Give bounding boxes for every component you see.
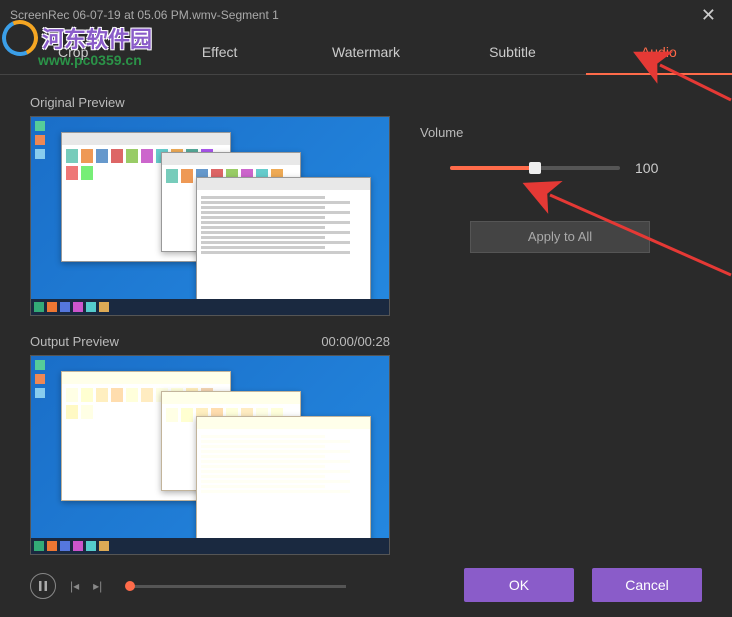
tab-subtitle[interactable]: Subtitle	[439, 30, 585, 74]
progress-slider[interactable]	[126, 585, 346, 588]
window-title: ScreenRec 06-07-19 at 05.06 PM.wmv-Segme…	[10, 8, 279, 22]
prev-frame-button[interactable]: |◂	[70, 579, 79, 593]
original-preview-title: Original Preview	[30, 95, 125, 110]
output-preview-time: 00:00/00:28	[321, 334, 390, 349]
output-preview-label: Output Preview 00:00/00:28	[30, 334, 390, 349]
volume-value: 100	[635, 160, 670, 176]
volume-slider[interactable]	[450, 166, 620, 170]
titlebar: ScreenRec 06-07-19 at 05.06 PM.wmv-Segme…	[0, 0, 732, 30]
action-buttons: OK Cancel	[464, 568, 702, 602]
apply-to-all-button[interactable]: Apply to All	[470, 221, 650, 253]
original-preview-label: Original Preview	[30, 95, 390, 110]
volume-slider-row: 100	[420, 160, 702, 176]
tab-bar: Crop Effect Watermark Subtitle Audio	[0, 30, 732, 75]
pause-button[interactable]	[30, 573, 56, 599]
main-content: Original Preview Output Preview 00:00/00…	[0, 75, 732, 573]
tab-audio[interactable]: Audio	[586, 30, 732, 74]
audio-panel: Volume 100 Apply to All	[420, 95, 702, 573]
original-preview	[30, 116, 390, 316]
playback-controls: |◂ ▸|	[30, 573, 346, 599]
preview-column: Original Preview Output Preview 00:00/00…	[30, 95, 390, 573]
ok-button[interactable]: OK	[464, 568, 574, 602]
output-preview-title: Output Preview	[30, 334, 119, 349]
tab-crop[interactable]: Crop	[0, 30, 146, 74]
next-frame-button[interactable]: ▸|	[93, 579, 102, 593]
volume-slider-thumb[interactable]	[529, 162, 541, 174]
volume-label: Volume	[420, 125, 702, 140]
tab-effect[interactable]: Effect	[146, 30, 292, 74]
tab-watermark[interactable]: Watermark	[293, 30, 439, 74]
cancel-button[interactable]: Cancel	[592, 568, 702, 602]
close-icon[interactable]: ✕	[695, 3, 722, 28]
progress-thumb[interactable]	[125, 581, 135, 591]
volume-slider-fill	[450, 166, 535, 170]
output-preview	[30, 355, 390, 555]
